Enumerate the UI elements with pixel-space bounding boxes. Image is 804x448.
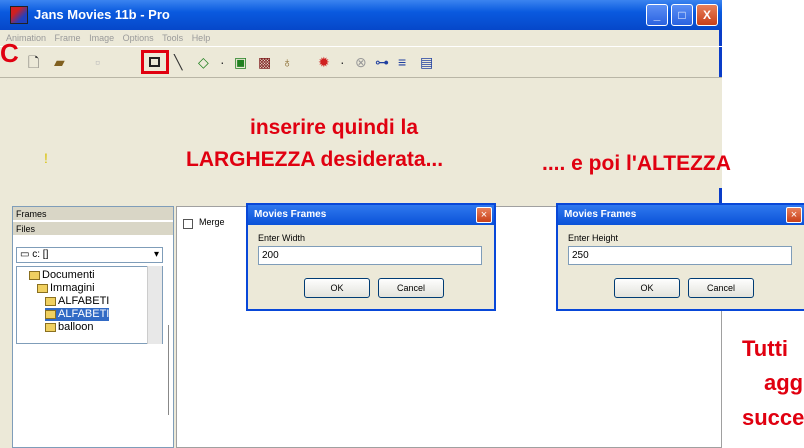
- folder-icon: [37, 284, 48, 293]
- width-input[interactable]: 200: [258, 246, 482, 265]
- folder-tree[interactable]: Documenti Immagini ALFABETI ALFABETI bal…: [16, 266, 163, 344]
- annotation-corner3: succe: [742, 405, 804, 430]
- maximize-button[interactable]: □: [671, 4, 693, 26]
- delete-icon[interactable]: ▩: [258, 54, 271, 70]
- minimize-button[interactable]: _: [646, 4, 668, 26]
- yellow-mark: !: [44, 150, 48, 166]
- settings-icon[interactable]: ⊶: [375, 54, 389, 70]
- app-logo-icon: [10, 6, 28, 24]
- ok-button[interactable]: OK: [304, 278, 370, 298]
- annotation-corner1: Tutti: [742, 336, 789, 361]
- drive-select[interactable]: ▭ c: [] ▾: [16, 247, 163, 263]
- frames-tab[interactable]: Frames: [13, 207, 173, 221]
- tree-item[interactable]: Documenti: [29, 269, 95, 282]
- menu-help[interactable]: Help: [192, 30, 211, 46]
- dialog-title[interactable]: Movies Frames: [558, 205, 804, 225]
- folder-icon: [45, 323, 56, 332]
- width-dialog: Movies Frames × Enter Width 200 OK Cance…: [246, 203, 496, 311]
- height-input[interactable]: 250: [568, 246, 792, 265]
- menu-bar: Animation Frame Image Options Tools Help: [0, 30, 722, 46]
- stop-icon[interactable]: ⊗: [355, 54, 367, 70]
- copy-icon[interactable]: ▣: [234, 54, 247, 70]
- annotation-line3: .... e poi l'ALTEZZA: [542, 152, 731, 175]
- dialog-title[interactable]: Movies Frames: [248, 205, 494, 225]
- ok-button[interactable]: OK: [614, 278, 680, 298]
- tree-item[interactable]: ALFABETI: [45, 295, 109, 308]
- dialog-close-button[interactable]: ×: [786, 207, 802, 223]
- list-icon[interactable]: ≡: [398, 54, 406, 70]
- effects-icon[interactable]: ✹: [318, 54, 330, 70]
- panel-splitter[interactable]: [168, 325, 174, 415]
- frame-size-icon: [149, 57, 160, 67]
- window-title: Jans Movies 11b - Pro: [34, 7, 170, 22]
- files-tab[interactable]: Files: [13, 222, 173, 236]
- dialog-close-button[interactable]: ×: [476, 207, 492, 223]
- cancel-button[interactable]: Cancel: [688, 278, 754, 298]
- menu-tools[interactable]: Tools: [162, 30, 183, 46]
- merge-label: Merge: [199, 217, 225, 227]
- tree-item[interactable]: Immagini: [37, 282, 95, 295]
- new-icon[interactable]: 🗋: [28, 54, 39, 70]
- annotation-corner2: agg: [764, 370, 804, 395]
- annotation-line2: LARGHEZZA desiderata...: [186, 148, 444, 171]
- separator-icon: ▫: [95, 54, 100, 70]
- bulb-icon[interactable]: ♁: [282, 54, 293, 70]
- tree-item-selected[interactable]: ALFABETI: [45, 308, 110, 321]
- menu-frame[interactable]: Frame: [55, 30, 81, 46]
- edge-letter: C: [0, 38, 19, 68]
- height-dialog: Movies Frames × Enter Height 250 OK Canc…: [556, 203, 804, 311]
- width-label: Enter Width: [258, 233, 306, 243]
- annotation-line1: inserire quindi la: [250, 116, 419, 139]
- line-icon[interactable]: ╲: [174, 54, 182, 70]
- folder-icon: [45, 297, 56, 306]
- film-icon[interactable]: ▤: [420, 54, 433, 70]
- close-button[interactable]: X: [696, 4, 718, 26]
- folder-icon: [45, 310, 56, 319]
- tree-scrollbar[interactable]: [147, 266, 162, 344]
- drive-value: c: []: [32, 249, 49, 260]
- chevron-down-icon-2[interactable]: ·: [340, 54, 345, 70]
- folder-icon: [29, 271, 40, 280]
- tree-item[interactable]: balloon: [45, 321, 93, 334]
- chevron-down-icon-3: ▾: [153, 249, 159, 260]
- menu-image[interactable]: Image: [89, 30, 114, 46]
- menu-options[interactable]: Options: [123, 30, 154, 46]
- open-icon[interactable]: ▰: [54, 54, 65, 70]
- merge-checkbox[interactable]: [183, 219, 193, 229]
- height-label: Enter Height: [568, 233, 619, 243]
- chevron-down-icon[interactable]: ·: [220, 54, 225, 70]
- diamond-icon[interactable]: ◇: [198, 54, 209, 70]
- cancel-button[interactable]: Cancel: [378, 278, 444, 298]
- drive-icon: ▭: [20, 249, 33, 260]
